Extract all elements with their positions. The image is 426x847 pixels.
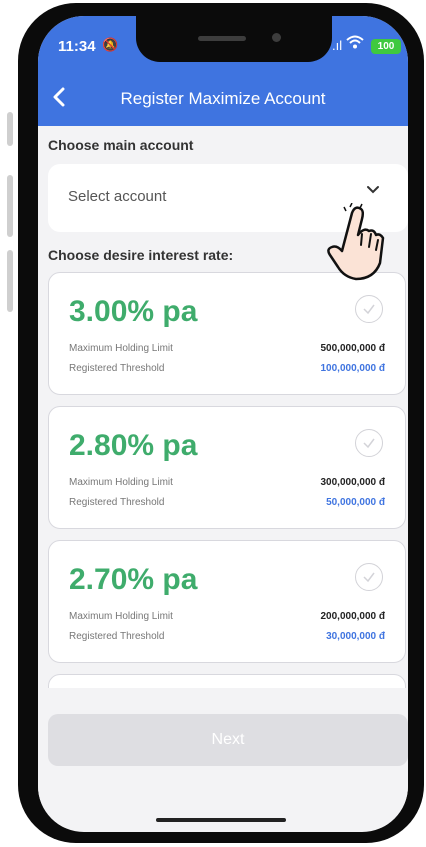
chevron-down-icon: [366, 182, 380, 200]
pointer-hand-icon: [322, 202, 392, 288]
account-section-label: Choose main account: [48, 137, 194, 153]
threshold-value: 100,000,000 đ: [320, 363, 386, 374]
limit-label: Maximum Holding Limit: [69, 611, 173, 622]
rate-option-card[interactable]: 3.00% pa Maximum Holding Limit 500,000,0…: [48, 272, 406, 395]
rate-option-card[interactable]: 2.70% pa Maximum Holding Limit 200,000,0…: [48, 540, 406, 663]
limit-value: 200,000,000 đ: [320, 611, 386, 622]
rate-value: 2.80% pa: [69, 429, 198, 462]
next-button[interactable]: Next: [48, 714, 408, 766]
bell-muted-icon: 🔕: [102, 37, 119, 52]
app-screen: 11:34 🔕 .ıl 100 Register Maximize Accoun…: [38, 16, 408, 832]
threshold-value: 30,000,000 đ: [326, 631, 385, 642]
limit-value: 300,000,000 đ: [320, 477, 386, 488]
app-header: 11:34 🔕 .ıl 100 Register Maximize Accoun…: [38, 16, 408, 126]
radio-check-icon[interactable]: [355, 295, 383, 323]
threshold-label: Registered Threshold: [69, 631, 165, 642]
radio-check-icon[interactable]: [355, 563, 383, 591]
wifi-icon: [346, 35, 364, 53]
status-time: 11:34: [58, 38, 96, 55]
phone-side-button: [7, 250, 13, 312]
rate-option-card[interactable]: 2.80% pa Maximum Holding Limit 300,000,0…: [48, 406, 406, 529]
rate-value: 3.00% pa: [69, 295, 198, 328]
account-select-placeholder: Select account: [68, 188, 167, 205]
limit-value: 500,000,000 đ: [320, 343, 386, 354]
home-indicator: [156, 818, 286, 822]
phone-side-button: [7, 112, 13, 146]
camera-dot: [272, 33, 281, 42]
rate-value: 2.70% pa: [69, 563, 198, 596]
rate-section-label: Choose desire interest rate:: [48, 247, 234, 263]
phone-side-button: [7, 175, 13, 237]
phone-notch: [136, 16, 332, 62]
radio-check-icon[interactable]: [355, 429, 383, 457]
page-title: Register Maximize Account: [120, 89, 326, 108]
threshold-label: Registered Threshold: [69, 497, 165, 508]
limit-label: Maximum Holding Limit: [69, 477, 173, 488]
threshold-value: 50,000,000 đ: [326, 497, 385, 508]
signal-icon: .ıl: [332, 38, 343, 53]
battery-indicator: 100: [371, 39, 401, 54]
limit-label: Maximum Holding Limit: [69, 343, 173, 354]
threshold-label: Registered Threshold: [69, 363, 165, 374]
speaker-grille: [198, 36, 246, 41]
